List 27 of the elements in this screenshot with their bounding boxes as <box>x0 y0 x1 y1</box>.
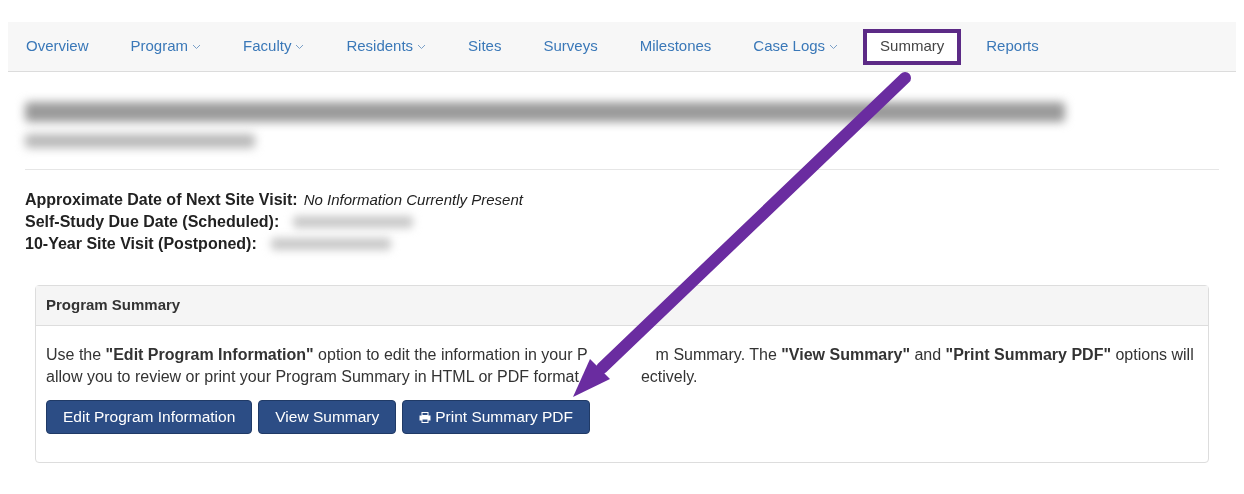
nav-tab[interactable]: Faculty <box>226 28 322 65</box>
date-value: No Information Currently Present <box>303 189 523 210</box>
printer-icon <box>419 411 432 423</box>
nav-tab[interactable]: Case Logs <box>736 28 856 65</box>
caret-icon <box>829 43 839 50</box>
nav-tab[interactable]: Overview <box>9 28 106 65</box>
panel-description: ectively. <box>640 367 698 387</box>
panel-title: Program Summary <box>46 295 181 316</box>
date-label: 10-Year Site Visit (Postponed): <box>25 234 257 254</box>
nav-tab[interactable]: Reports <box>969 28 1056 65</box>
panel-description: m Summary. The "View Summary" and "Print Summary PDF" options will <box>655 345 1194 365</box>
action-button[interactable]: Print Summary PDF <box>402 400 591 434</box>
nav-tab[interactable]: Residents <box>329 28 444 65</box>
nav-tab[interactable]: Milestones <box>622 28 729 65</box>
date-label: Approximate Date of Next Site Visit: <box>25 190 298 210</box>
nav-tab[interactable]: Program <box>113 28 219 65</box>
panel-description: Use the "Edit Program Information" option to edit the information in your P <box>46 345 588 365</box>
caret-icon <box>295 43 305 50</box>
caret-icon <box>192 43 202 50</box>
action-button[interactable]: View Summary <box>258 400 397 434</box>
caret-icon <box>417 43 427 50</box>
date-label: Self-Study Due Date (Scheduled): <box>25 212 280 232</box>
panel-description: allow you to review or print your Program Summary in HTML or PDF format <box>46 367 579 387</box>
nav-tab[interactable]: Summary <box>863 28 962 65</box>
action-button[interactable]: Edit Program Information <box>46 400 253 434</box>
nav-tab[interactable]: Surveys <box>526 28 615 65</box>
nav-tab[interactable]: Sites <box>451 28 519 65</box>
